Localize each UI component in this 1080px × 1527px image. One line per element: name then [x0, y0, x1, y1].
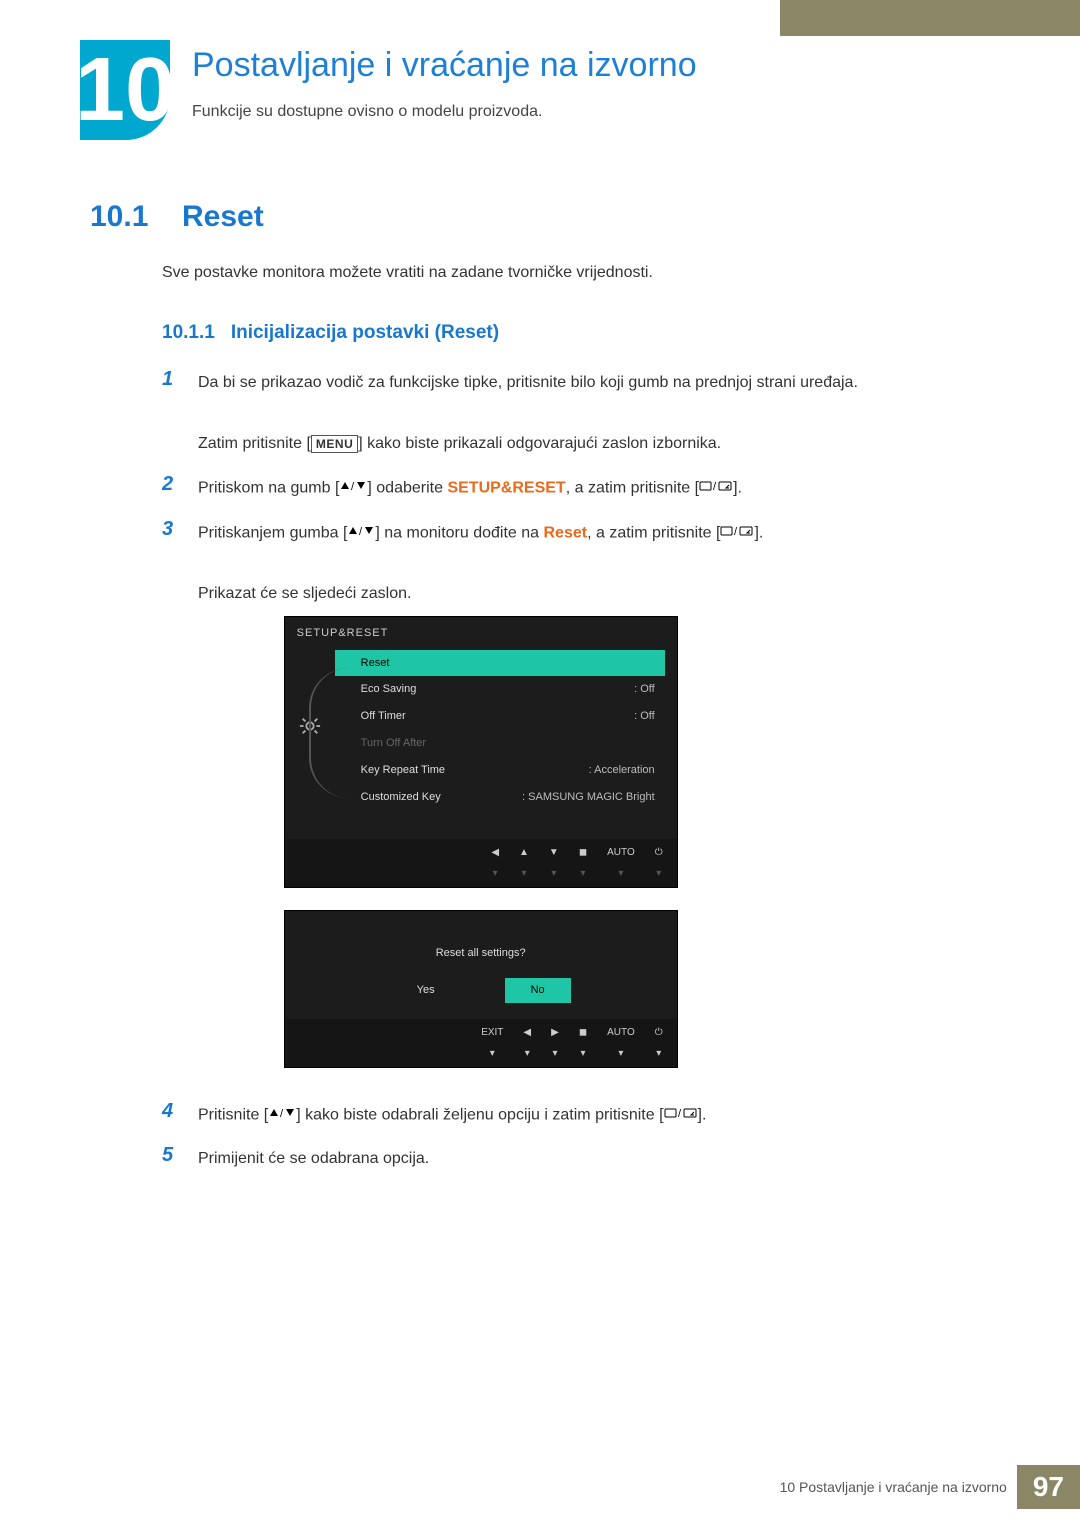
step-text: Primijenit će se odabrana opcija. [198, 1144, 429, 1174]
osd-nav-bar: EXIT▾ ◀▾ ▶▾ ◼▾ AUTO▾ ⏻▾ [285, 1019, 677, 1067]
subsection-heading: 10.1.1 Inicijalizacija postavki (Reset) [162, 322, 1000, 344]
step-text: Da bi se prikazao vodič za funkcijske ti… [198, 374, 858, 391]
page-footer: 10 Postavljanje i vraćanje na izvorno 97 [780, 1465, 1080, 1509]
osd-row-value: : Off [634, 679, 655, 700]
osd-confirm-question: Reset all settings? [285, 937, 677, 978]
select-enter-icon: / [664, 1100, 698, 1130]
section-heading: 10.1 Reset [90, 200, 1000, 234]
step-text: Pritisnite [ [198, 1106, 268, 1123]
osd-nav-icon: AUTO▾ [607, 843, 635, 883]
highlight-setup-reset: SETUP&RESET [447, 480, 565, 497]
step-text: , a zatim pritisnite [ [566, 480, 699, 497]
osd-menu-row: Customized Key : SAMSUNG MAGIC Bright [335, 784, 665, 811]
svg-text:/: / [713, 481, 717, 492]
step-text: , a zatim pritisnite [ [587, 524, 720, 541]
osd-menu-row: Turn Off After [335, 730, 665, 757]
osd-screenshot-setup-reset: SETUP&RESET ResetEco Saving: OffOff Time… [284, 616, 678, 888]
osd-row-label: Off Timer [361, 706, 406, 727]
select-enter-icon: / [720, 518, 754, 548]
osd-option-yes: Yes [391, 978, 461, 1003]
osd-nav-icon: ⏻▾ [655, 1023, 663, 1063]
chapter-title: Postavljanje i vraćanje na izvorno [192, 46, 697, 85]
osd-nav-icon: ▼▾ [549, 843, 559, 883]
osd-nav-icon: EXIT▾ [481, 1023, 503, 1063]
osd-option-no: No [505, 978, 571, 1003]
step-2: 2 Pritiskom na gumb [ / ] odaberite SETUP&… [162, 473, 1000, 504]
osd-row-value: : Acceleration [589, 760, 655, 781]
osd-nav-icon: ◀▾ [491, 843, 499, 883]
step-number: 2 [162, 473, 180, 504]
highlight-reset: Reset [544, 524, 588, 541]
osd-row-value: : Off [634, 706, 655, 727]
svg-text:/: / [280, 1108, 284, 1119]
step-text: ] kako biste prikazali odgovarajući zasl… [358, 435, 721, 452]
step-3: 3 Pritiskanjem gumba [ / ] na monitoru dođ… [162, 518, 1000, 1086]
svg-text:/: / [734, 526, 738, 537]
step-text: Zatim pritisnite [ [198, 435, 311, 452]
section-description: Sve postavke monitora možete vratiti na … [162, 264, 1000, 282]
page-number: 97 [1017, 1465, 1080, 1509]
step-text: ]. [733, 480, 742, 497]
step-5: 5 Primijenit će se odabrana opcija. [162, 1144, 1000, 1174]
osd-curve-decoration [309, 668, 351, 798]
osd-row-value: : SAMSUNG MAGIC Bright [522, 787, 655, 808]
osd-nav-bar: ◀▾ ▲▾ ▼▾ ◼▾ AUTO▾ ⏻▾ [285, 839, 677, 887]
subsection-title: Inicijalizacija postavki (Reset) [231, 322, 499, 344]
svg-text:/: / [359, 526, 363, 537]
osd-nav-icon: ⏻▾ [655, 843, 663, 883]
up-down-icon: / [339, 473, 367, 503]
subsection-number: 10.1.1 [162, 322, 215, 344]
step-text: Prikazat će se sljedeći zaslon. [198, 585, 411, 602]
step-number: 5 [162, 1144, 180, 1174]
chapter-header: 10 Postavljanje i vraćanje na izvorno Fu… [80, 40, 1020, 140]
osd-row-label: Turn Off After [361, 733, 426, 754]
osd-row-label: Key Repeat Time [361, 760, 445, 781]
step-text: ]. [754, 524, 763, 541]
svg-text:/: / [351, 481, 355, 492]
footer-chapter-label: 10 Postavljanje i vraćanje na izvorno [780, 1479, 1007, 1495]
step-text: ] odaberite [367, 480, 447, 497]
osd-nav-icon: ◼▾ [579, 843, 587, 883]
step-text: Pritiskom na gumb [ [198, 480, 339, 497]
osd-nav-icon: AUTO▾ [607, 1023, 635, 1063]
step-number: 1 [162, 368, 180, 459]
osd-menu-row: Off Timer : Off [335, 703, 665, 730]
osd-menu-row: Reset [335, 650, 665, 677]
menu-button-label: MENU [311, 435, 358, 453]
osd-menu-row: Key Repeat Time : Acceleration [335, 757, 665, 784]
chapter-number-badge: 10 [80, 40, 170, 140]
up-down-icon: / [268, 1100, 296, 1130]
osd-menu-row: Eco Saving : Off [335, 676, 665, 703]
step-1: 1 Da bi se prikazao vodič za funkcijske … [162, 368, 1000, 459]
select-enter-icon: / [699, 473, 733, 503]
chapter-subtitle: Funkcije su dostupne ovisno o modelu pro… [192, 103, 697, 121]
header-stripe [780, 0, 1080, 36]
osd-nav-icon: ▲▾ [519, 843, 529, 883]
step-text: ]. [698, 1106, 707, 1123]
osd-nav-icon: ◼▾ [579, 1023, 587, 1063]
step-4: 4 Pritisnite [ / ] kako biste odabrali žel… [162, 1100, 1000, 1131]
up-down-icon: / [347, 518, 375, 548]
osd-row-label: Reset [361, 653, 390, 674]
step-number: 4 [162, 1100, 180, 1131]
section-number: 10.1 [90, 200, 160, 234]
osd-row-label: Customized Key [361, 787, 441, 808]
osd-title: SETUP&RESET [285, 617, 677, 650]
osd-row-label: Eco Saving [361, 679, 417, 700]
osd-nav-icon: ◀▾ [523, 1023, 531, 1063]
step-text: ] na monitoru dođite na [375, 524, 543, 541]
svg-text:/: / [678, 1108, 682, 1119]
step-number: 3 [162, 518, 180, 1086]
osd-screenshot-confirm: Reset all settings? Yes No EXIT▾ ◀▾ ▶▾ ◼▾ AU… [284, 910, 678, 1068]
step-text: ] kako biste odabrali željenu opciju i z… [296, 1106, 663, 1123]
osd-nav-icon: ▶▾ [551, 1023, 559, 1063]
step-text: Pritiskanjem gumba [ [198, 524, 347, 541]
section-title: Reset [182, 200, 264, 234]
